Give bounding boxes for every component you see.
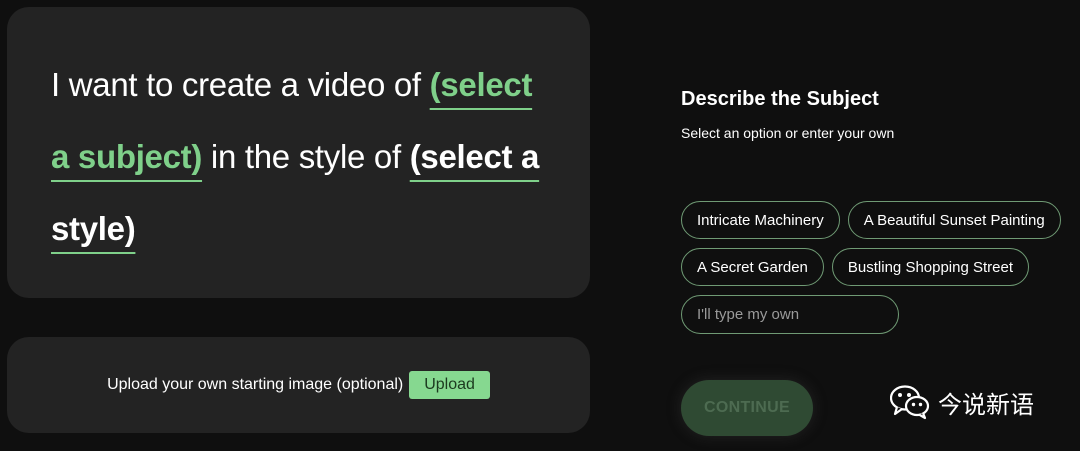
option-chip-beautiful-sunset[interactable]: A Beautiful Sunset Painting: [847, 201, 1061, 239]
continue-button[interactable]: CONTINUE: [681, 380, 813, 436]
prompt-sentence: I want to create a video of (select a su…: [51, 49, 546, 265]
subject-options: Intricate Machinery A Beautiful Sunset P…: [681, 201, 1076, 343]
options-row: A Secret Garden Bustling Shopping Street: [681, 248, 1076, 286]
upload-card: Upload your own starting image (optional…: [7, 337, 590, 433]
prompt-card: I want to create a video of (select a su…: [7, 7, 590, 298]
option-chip-intricate-machinery[interactable]: Intricate Machinery: [681, 201, 840, 239]
panel-subheading: Select an option or enter your own: [681, 125, 895, 141]
heading-bold: Subject: [806, 88, 879, 110]
upload-button[interactable]: Upload: [409, 371, 490, 399]
prompt-text-part2: in the style of: [202, 138, 410, 175]
watermark-text: 今说新语: [938, 390, 1034, 419]
heading-prefix: Describe the: [681, 88, 807, 110]
page-root: I want to create a video of (select a su…: [0, 0, 1080, 451]
option-chip-secret-garden[interactable]: A Secret Garden: [681, 248, 824, 286]
subject-panel: Describe the Subject Select an option or…: [681, 88, 1071, 141]
own-subject-input[interactable]: [681, 295, 899, 334]
panel-heading: Describe the Subject: [681, 88, 1071, 111]
prompt-text-part1: I want to create a video of: [51, 66, 430, 103]
options-row: Intricate Machinery A Beautiful Sunset P…: [681, 201, 1076, 239]
watermark: 今说新语: [889, 384, 1034, 420]
upload-label: Upload your own starting image (optional…: [107, 376, 404, 393]
option-chip-shopping-street[interactable]: Bustling Shopping Street: [831, 248, 1030, 286]
wechat-icon: [889, 384, 930, 420]
options-row: [681, 295, 1076, 334]
